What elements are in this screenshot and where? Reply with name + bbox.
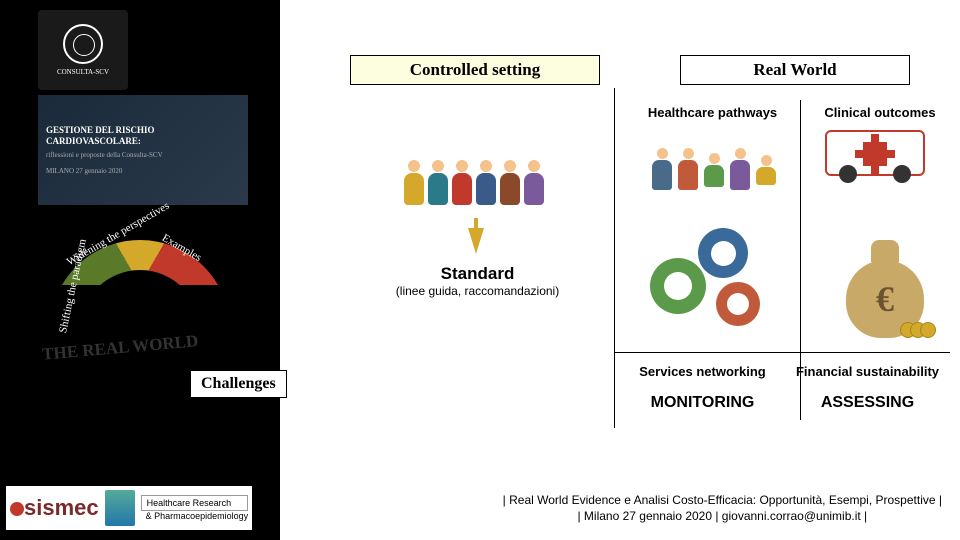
healthcare-pathways-label: Healthcare pathways	[630, 100, 795, 124]
poster-subtitle: riflessioni e proposte della Consulta-SC…	[46, 151, 240, 159]
poster-title: GESTIONE DEL RISCHIO CARDIOVASCOLARE:	[46, 125, 240, 147]
bicocca-logo-icon	[105, 490, 135, 526]
standard-title: Standard	[395, 264, 560, 284]
euro-symbol: €	[876, 278, 894, 320]
research-line2: & Pharmacoepidemiology	[141, 511, 249, 521]
research-box: Healthcare Research & Pharmacoepidemiolo…	[141, 495, 249, 521]
logo-text: CONSULTA-SCV	[57, 68, 109, 76]
clinical-outcomes-label: Clinical outcomes	[810, 100, 950, 124]
consulta-logo: CONSULTA-SCV	[38, 10, 128, 90]
standard-subtitle: (linee guida, raccomandazioni)	[395, 284, 560, 298]
event-poster: GESTIONE DEL RISCHIO CARDIOVASCOLARE: ri…	[38, 95, 248, 205]
people-group-icon	[364, 130, 584, 210]
controlled-setting-header: Controlled setting	[350, 55, 600, 85]
sismec-text: sismec	[24, 495, 99, 520]
divider-vertical-1	[614, 88, 615, 428]
left-sidebar: CONSULTA-SCV GESTIONE DEL RISCHIO CARDIO…	[0, 0, 280, 540]
bottom-logo-strip: sismec Healthcare Research & Pharmacoepi…	[6, 486, 252, 530]
bottom-row-actions: MONITORING ASSESSING	[620, 394, 950, 412]
gauge-chart: Shifting the paradigm Widening the persp…	[30, 220, 250, 440]
family-group-icon	[634, 130, 794, 210]
sismec-dot-icon	[10, 502, 24, 516]
monitoring-label: MONITORING	[620, 394, 785, 412]
services-networking-label: Services networking	[620, 364, 785, 379]
footer-line2: | Milano 27 gennaio 2020 | giovanni.corr…	[503, 508, 942, 524]
challenges-box: Challenges	[190, 370, 287, 398]
footer-line1: | Real World Evidence e Analisi Costo-Ef…	[503, 492, 942, 508]
arrow-down-icon	[468, 228, 484, 254]
money-bag-icon: €	[840, 228, 930, 338]
research-line1: Healthcare Research	[141, 495, 249, 511]
divider-horizontal	[614, 352, 950, 353]
logo-emblem-icon	[63, 24, 103, 64]
footer-citation: | Real World Evidence e Analisi Costo-Ef…	[503, 492, 942, 524]
assessing-label: ASSESSING	[785, 394, 950, 412]
ambulance-icon	[825, 130, 935, 200]
red-cross-icon	[863, 142, 887, 166]
financial-sustainability-label: Financial sustainability	[785, 364, 950, 379]
bottom-row-descriptions: Services networking Financial sustainabi…	[620, 364, 950, 379]
sismec-logo: sismec	[10, 495, 99, 521]
gears-icon	[650, 228, 780, 338]
real-world-header: Real World	[680, 55, 910, 85]
poster-date: MILANO 27 gennaio 2020	[46, 167, 240, 175]
standard-box: Standard (linee guida, raccomandazioni)	[395, 264, 560, 298]
